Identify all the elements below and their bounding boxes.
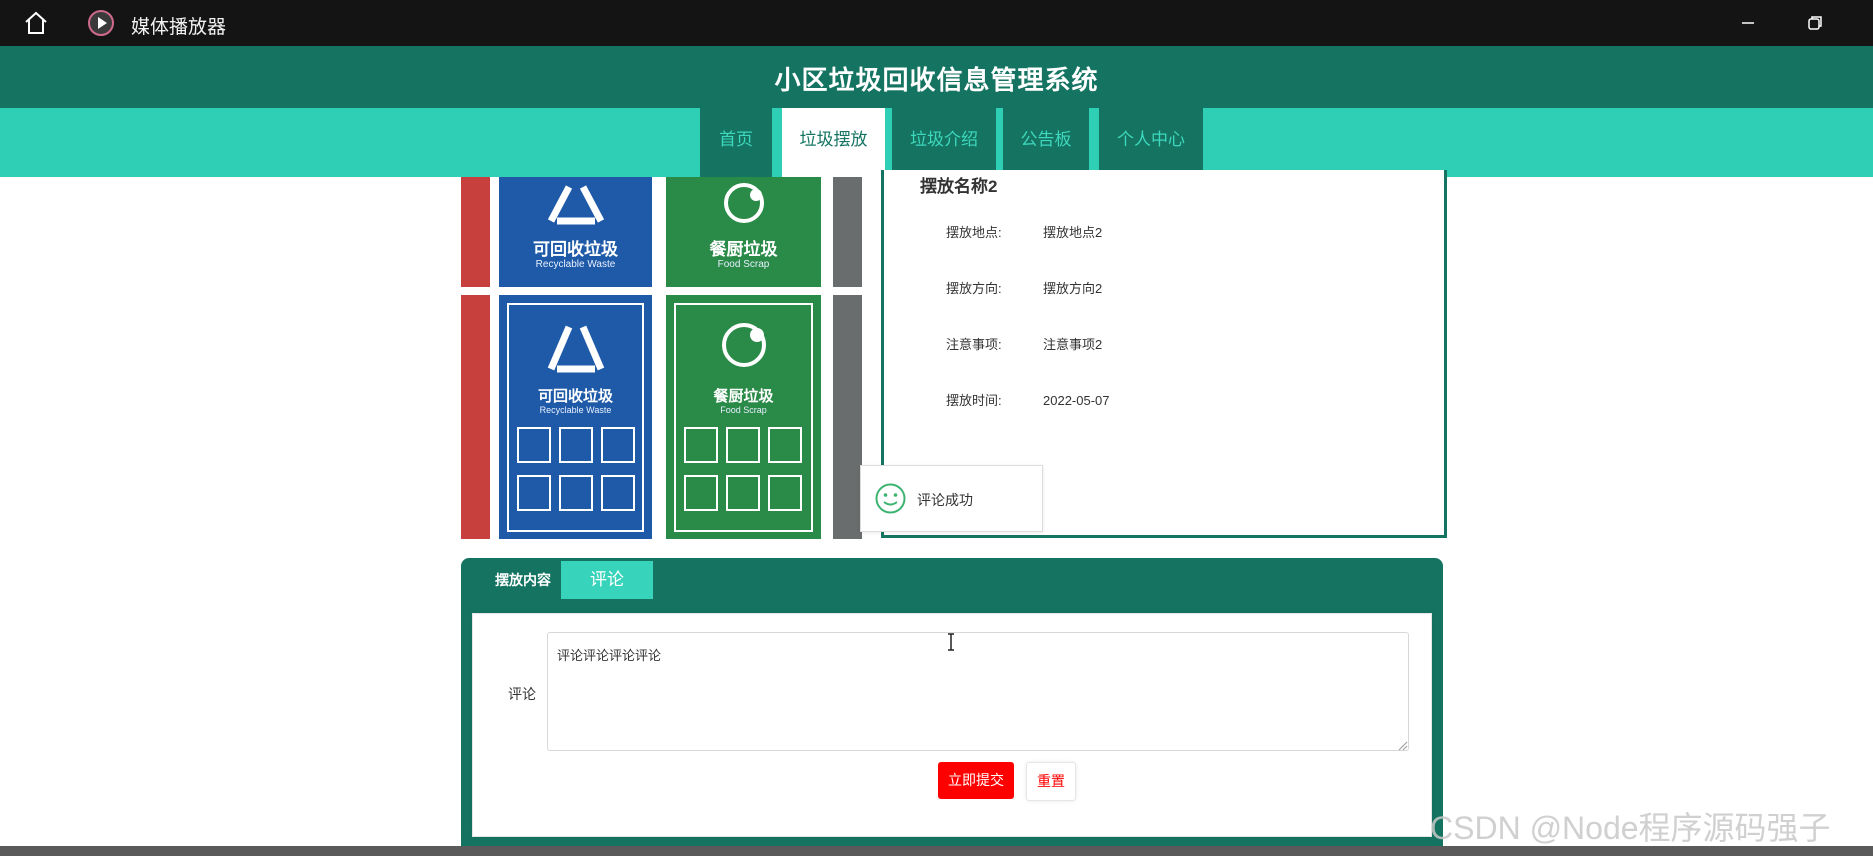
text-cursor-icon	[945, 632, 957, 652]
window-title: 媒体播放器	[131, 17, 227, 38]
comment-textarea[interactable]: 评论评论评论评论	[547, 632, 1409, 751]
bin-edge-grey	[833, 177, 862, 287]
bin-recyclable-lower: 可回收垃圾 Recyclable Waste	[499, 295, 652, 539]
main-nav: 首页 垃圾摆放 垃圾介绍 公告板 个人中心	[0, 108, 1873, 177]
detail-row-location: 摆放地点: 摆放地点2	[946, 222, 1102, 241]
tab-placement-content[interactable]: 摆放内容	[473, 561, 573, 599]
detail-value: 2022-05-07	[1043, 393, 1110, 408]
submit-button[interactable]: 立即提交	[938, 762, 1014, 799]
detail-label: 摆放方向:	[946, 281, 1002, 296]
comment-field-label: 评论	[508, 686, 536, 702]
bin-edge-grey-lower	[833, 295, 862, 539]
bin-food-top: 餐厨垃圾 Food Scrap	[666, 177, 821, 287]
site-header: 小区垃圾回收信息管理系统	[0, 46, 1873, 108]
nav-item-garbage-intro[interactable]: 垃圾介绍	[892, 108, 996, 177]
window-titlebar: 媒体播放器	[0, 0, 1873, 46]
detail-row-notes: 注意事项: 注意事项2	[946, 334, 1102, 353]
media-player-icon	[87, 9, 115, 37]
garbage-bin-image: 可回收垃圾 Recyclable Waste 餐厨垃圾 Food Scrap 可…	[461, 177, 862, 539]
bin-recyclable-top: 可回收垃圾 Recyclable Waste	[499, 177, 652, 287]
nav-item-garbage-placement[interactable]: 垃圾摆放	[782, 108, 885, 177]
resize-grip-icon[interactable]	[1396, 738, 1408, 751]
reset-button[interactable]: 重置	[1026, 762, 1076, 801]
detail-value: 摆放地点2	[1043, 225, 1103, 240]
nav-item-personal-center[interactable]: 个人中心	[1099, 108, 1203, 177]
smiley-icon	[875, 483, 906, 514]
detail-row-direction: 摆放方向: 摆放方向2	[946, 278, 1102, 297]
detail-label: 摆放地点:	[946, 225, 1002, 240]
home-icon[interactable]	[22, 10, 50, 36]
detail-value: 摆放方向2	[1043, 281, 1103, 296]
detail-value: 注意事项2	[1043, 337, 1103, 352]
bin-food-lower: 餐厨垃圾 Food Scrap	[666, 295, 821, 539]
nav-item-home[interactable]: 首页	[700, 108, 772, 177]
bin-edge-red-lower	[461, 295, 490, 539]
detail-row-time: 摆放时间: 2022-05-07	[946, 390, 1110, 409]
restore-icon[interactable]	[1800, 12, 1830, 34]
tab-comment[interactable]: 评论	[561, 561, 653, 599]
minimize-icon[interactable]	[1733, 12, 1763, 34]
site-title: 小区垃圾回收信息管理系统	[774, 65, 1099, 95]
placement-name: 摆放名称2	[920, 177, 998, 196]
watermark: CSDN @Node程序源码强子	[1430, 810, 1831, 846]
toast-message: 评论成功	[917, 492, 973, 508]
detail-label: 摆放时间:	[946, 393, 1002, 408]
bin-edge-red	[461, 177, 490, 287]
nav-item-bulletin[interactable]: 公告板	[1003, 108, 1089, 177]
success-toast: 评论成功	[860, 465, 1043, 532]
detail-label: 注意事项:	[946, 337, 1002, 352]
